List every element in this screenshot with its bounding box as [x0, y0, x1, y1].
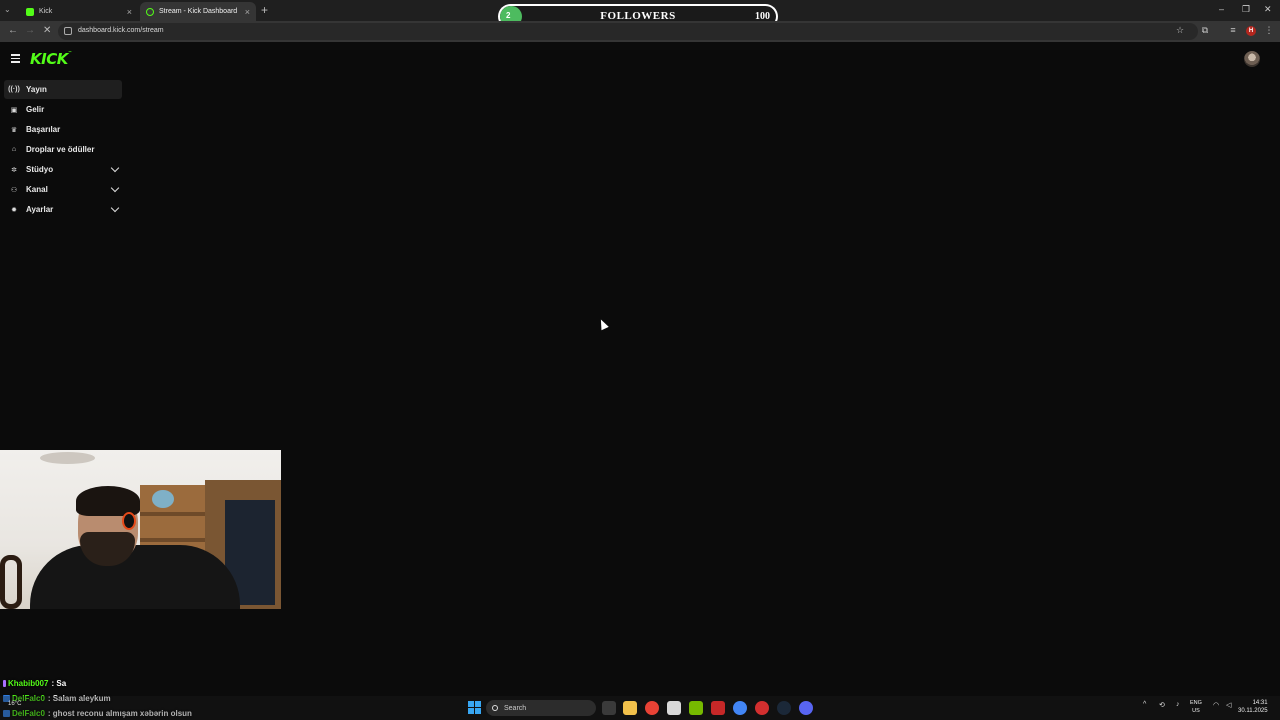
forward-arrow-icon[interactable]: →	[25, 25, 35, 36]
stop-loading-icon[interactable]: ✕	[43, 25, 51, 36]
sidebar-item-yayin[interactable]: ((·)) Yayın	[4, 80, 122, 99]
avatar[interactable]	[1244, 51, 1260, 67]
sidebar-item-ayarlar[interactable]: ✹ Ayarlar	[4, 200, 122, 219]
back-arrow-icon[interactable]: ←	[8, 25, 18, 36]
gift-icon: ⌂	[11, 146, 17, 153]
wallet-icon: ▣	[10, 106, 18, 114]
browser-tab-kick[interactable]: Kick ×	[20, 2, 138, 21]
sidebar-item-label: Kanal	[26, 185, 48, 194]
region-code: US	[1192, 708, 1200, 714]
store-icon[interactable]	[667, 701, 681, 715]
shelf-board	[140, 512, 210, 516]
tab-title: Kick	[39, 8, 53, 15]
profile-button[interactable]: H	[1246, 26, 1256, 36]
obs-icon[interactable]	[755, 701, 769, 715]
gear-icon: ✹	[11, 206, 17, 214]
ceiling-fan	[40, 452, 95, 464]
mouse-cursor-icon	[597, 317, 609, 331]
address-bar[interactable]: dashboard.kick.com/stream	[58, 23, 1198, 40]
nvidia-icon[interactable]	[689, 701, 703, 715]
basket	[152, 490, 174, 508]
close-tab-icon[interactable]: ×	[245, 7, 250, 17]
task-view-icon[interactable]	[602, 701, 616, 715]
media-icon[interactable]: ≡	[1228, 25, 1238, 37]
chair	[0, 555, 22, 609]
channel-icon: ⚇	[10, 186, 18, 194]
browser-toolbar: ← → ✕ dashboard.kick.com/stream	[0, 21, 1280, 42]
sidebar-item-label: Başarılar	[26, 125, 61, 134]
headset-icon	[122, 512, 136, 530]
tray-chevron-icon[interactable]: ^	[1143, 701, 1146, 708]
shelf-board	[140, 538, 210, 542]
restore-button[interactable]: ❐	[1242, 4, 1250, 15]
webcam-overlay	[0, 450, 281, 609]
tab-title: Stream - Kick Dashboard	[159, 8, 238, 15]
taskbar-search[interactable]: Search	[486, 700, 596, 716]
chat-message: Khabib007 : Sa	[3, 676, 263, 691]
broadcast-icon: ((·))	[8, 86, 20, 93]
bookmark-star-icon[interactable]: ☆	[1175, 25, 1185, 37]
steam-icon[interactable]	[777, 701, 791, 715]
sidebar-item-basarilar[interactable]: ♛ Başarılar	[4, 120, 122, 139]
sidebar-item-label: Gelir	[26, 105, 45, 114]
system-clock[interactable]: 14:31 30.11.2025	[1238, 699, 1268, 715]
sidebar-item-droplar[interactable]: ⌂ Droplar ve ödüller	[4, 140, 122, 159]
menu-icon[interactable]	[11, 54, 20, 65]
search-icon	[492, 705, 498, 711]
streamer-body	[30, 545, 240, 609]
microphone-icon[interactable]: ♪	[1176, 701, 1180, 708]
site-info-icon[interactable]	[64, 27, 72, 35]
file-explorer-icon[interactable]	[623, 701, 637, 715]
sync-icon[interactable]: ⟲	[1159, 701, 1165, 709]
weather-widget[interactable]: 16°C	[8, 701, 21, 707]
browser-menu-icon[interactable]: ⋮	[1264, 25, 1274, 37]
sidebar-item-studyo[interactable]: ✲ Stüdyo	[4, 160, 122, 179]
chrome-active-icon[interactable]	[733, 701, 747, 715]
language-indicator[interactable]: ENG US	[1190, 699, 1202, 715]
sidebar-item-label: Ayarlar	[26, 205, 54, 214]
sidebar-item-kanal[interactable]: ⚇ Kanal	[4, 180, 122, 199]
browser-tab-dashboard[interactable]: Stream - Kick Dashboard ×	[140, 2, 256, 21]
tab-search-icon[interactable]: ⌄	[4, 5, 11, 14]
chevron-down-icon[interactable]	[110, 183, 120, 193]
wifi-icon[interactable]: ◠	[1213, 701, 1219, 709]
sidebar-item-gelir[interactable]: ▣ Gelir	[4, 100, 122, 119]
language-code: ENG	[1190, 700, 1202, 706]
clock-time: 14:31	[1252, 700, 1268, 706]
search-placeholder: Search	[504, 704, 527, 712]
kick-favicon-icon	[146, 7, 154, 16]
discord-icon[interactable]	[799, 701, 813, 715]
kick-favicon-icon	[26, 7, 34, 16]
minimize-button[interactable]: –	[1219, 4, 1224, 14]
chat-text: Sa	[56, 679, 67, 688]
windows-taskbar: 16°C Search ^ ⟲ ♪ ENG US ◠ ◁ 14:31 30.11…	[0, 696, 1280, 720]
extensions-icon[interactable]: ⧉	[1200, 25, 1210, 37]
start-button[interactable]	[468, 701, 482, 715]
sidebar-item-label: Yayın	[26, 85, 47, 94]
app-icon[interactable]	[711, 701, 725, 715]
chevron-down-icon[interactable]	[110, 203, 120, 213]
sidebar: ((·)) Yayın ▣ Gelir ♛ Başarılar ⌂ Dropla…	[4, 80, 122, 220]
sidebar-item-label: Droplar ve ödüller	[26, 145, 95, 154]
chevron-down-icon[interactable]	[110, 163, 120, 173]
new-tab-button[interactable]: +	[261, 3, 268, 17]
clock-date: 30.11.2025	[1238, 708, 1268, 714]
dashboard-header: KICK™	[0, 42, 1280, 75]
sidebar-item-label: Stüdyo	[26, 165, 54, 174]
chat-badge-icon	[3, 680, 6, 687]
kick-logo[interactable]: KICK™	[30, 50, 72, 68]
close-window-button[interactable]: ✕	[1264, 4, 1272, 15]
chat-username: Khabib007	[8, 679, 49, 688]
chrome-icon[interactable]	[645, 701, 659, 715]
url-text[interactable]: dashboard.kick.com/stream	[78, 27, 164, 34]
trophy-icon: ♛	[10, 126, 18, 134]
close-tab-icon[interactable]: ×	[127, 7, 132, 17]
volume-icon[interactable]: ◁	[1226, 701, 1231, 709]
studio-icon: ✲	[11, 166, 17, 174]
